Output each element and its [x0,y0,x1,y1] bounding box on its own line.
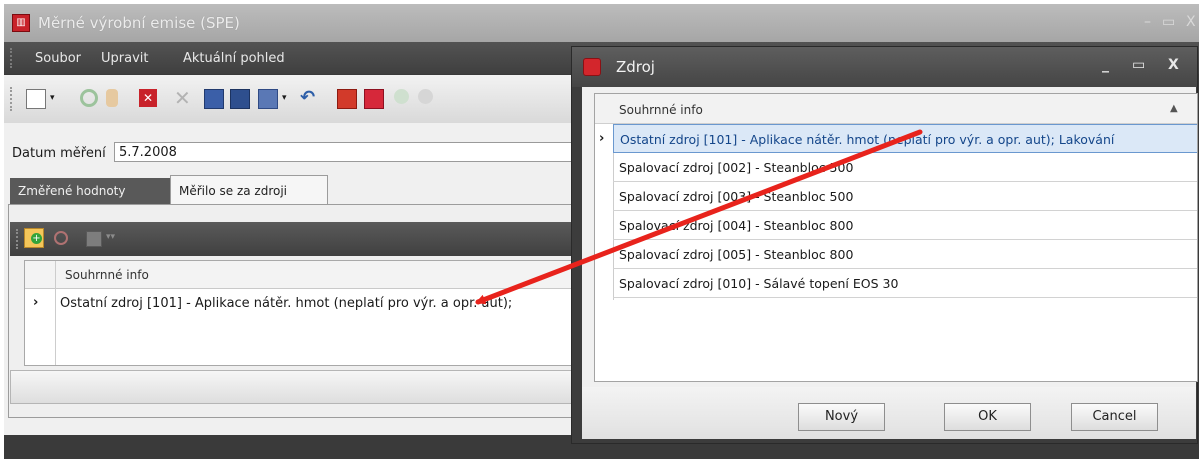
row-indicator-column [25,261,56,365]
dialog-close-icon[interactable]: X [1168,57,1179,73]
dropdown-arrow-icon[interactable]: ▾▾ [106,232,115,242]
cancel-icon[interactable]: ✕ [174,88,192,108]
dialog-button-bar: Nový OK Cancel [582,387,1196,439]
list-header: Souhrnné info ▲ [595,94,1197,124]
tab-zmerene-hodnoty[interactable]: Změřené hodnoty [10,178,170,204]
app-icon: ▥ [12,14,30,32]
dialog-title: Zdroj [616,58,655,76]
menu-upravit[interactable]: Upravit [101,51,148,66]
export-icon[interactable] [364,89,384,109]
save-all-icon[interactable] [230,89,250,109]
remove-row-icon[interactable] [418,89,433,104]
dialog-content: Souhrnné info ▲ › Ostatní zdroj [101] - … [582,87,1198,439]
remove-source-icon[interactable] [54,231,68,245]
list-item[interactable]: Spalovací zdroj [004] - Steanbloc 800 [613,211,1197,240]
minimize-icon[interactable]: – [1144,14,1151,30]
delete-icon[interactable]: ✕ [139,89,157,107]
ok-button[interactable]: OK [944,403,1031,431]
list-item[interactable]: Spalovací zdroj [003] - Steanbloc 500 [613,182,1197,211]
zdroj-dialog: Zdroj _ ▭ X Souhrnné info ▲ › Ostatní zd… [571,46,1198,444]
list-item-selected[interactable]: Ostatní zdroj [101] - Aplikace nátěr. hm… [613,124,1197,153]
close-icon[interactable]: X [1186,14,1196,30]
column-header-souhrnne-info[interactable]: Souhrnné info [65,268,149,282]
save-icon[interactable] [204,89,224,109]
toolbar-grip [10,87,14,111]
sources-list: Souhrnné info ▲ › Ostatní zdroj [101] - … [594,93,1198,382]
add-source-button[interactable]: + [24,228,44,248]
main-content: Datum měření 5.7.2008 Změřené hodnoty Mě… [4,123,575,435]
maximize-icon[interactable]: ▭ [1162,14,1175,30]
sources-grid: Souhrnné info › Ostatní zdroj [101] - Ap… [24,260,575,366]
date-label: Datum měření [12,146,106,161]
hand-icon[interactable] [106,89,118,107]
grid-row[interactable]: Ostatní zdroj [101] - Aplikace nátěr. hm… [60,296,512,311]
new-button[interactable]: Nový [798,403,885,431]
row-indicator-column [595,124,614,300]
list-item[interactable]: Spalovací zdroj [005] - Steanbloc 800 [613,240,1197,269]
refresh-icon[interactable] [80,89,98,107]
undo-icon[interactable]: ↶ [300,89,318,107]
date-field[interactable]: 5.7.2008 [114,142,574,162]
main-title-bar[interactable]: ▥ Měrné výrobní emise (SPE) – ▭ X [4,4,1199,42]
tab-merilo-se-za-zdroji[interactable]: Měřilo se za zdroji [170,175,328,205]
column-header-souhrnne-info[interactable]: Souhrnné info [619,103,703,117]
current-row-icon: › [33,295,39,310]
main-toolbar: ▾ ✕ ✕ ▾ ↶ [4,75,574,123]
report-icon[interactable] [337,89,357,109]
dialog-title-bar[interactable]: Zdroj _ ▭ X [572,47,1197,87]
grid-toolbar-grip [16,229,20,249]
grid-footer [10,370,574,404]
new-document-icon[interactable] [26,89,46,109]
menu-grip [10,48,14,68]
dropdown-arrow-icon[interactable]: ▾ [50,93,55,103]
menu-soubor[interactable]: Soubor [35,51,81,66]
main-window-title: Měrné výrobní emise (SPE) [38,14,240,32]
copy-source-icon[interactable] [86,231,102,247]
dropdown-arrow-icon[interactable]: ▾ [282,93,287,103]
grid-toolbar: + ▾▾ [10,222,574,256]
cancel-button[interactable]: Cancel [1071,403,1158,431]
dialog-minimize-icon[interactable]: _ [1102,57,1109,73]
sort-ascending-icon: ▲ [1170,103,1178,114]
list-item[interactable]: Spalovací zdroj [002] - Steanbloc 500 [613,153,1197,182]
dialog-maximize-icon[interactable]: ▭ [1132,57,1145,73]
current-row-icon: › [599,131,605,146]
grid-header: Souhrnné info [25,261,575,289]
dialog-app-icon [583,58,601,76]
menu-aktualni-pohled[interactable]: Aktuální pohled [183,51,285,66]
add-icon: + [31,233,42,244]
copy-icon[interactable] [258,89,278,109]
list-item[interactable]: Spalovací zdroj [010] - Sálavé topení EO… [613,269,1197,298]
add-row-icon[interactable] [394,89,409,104]
